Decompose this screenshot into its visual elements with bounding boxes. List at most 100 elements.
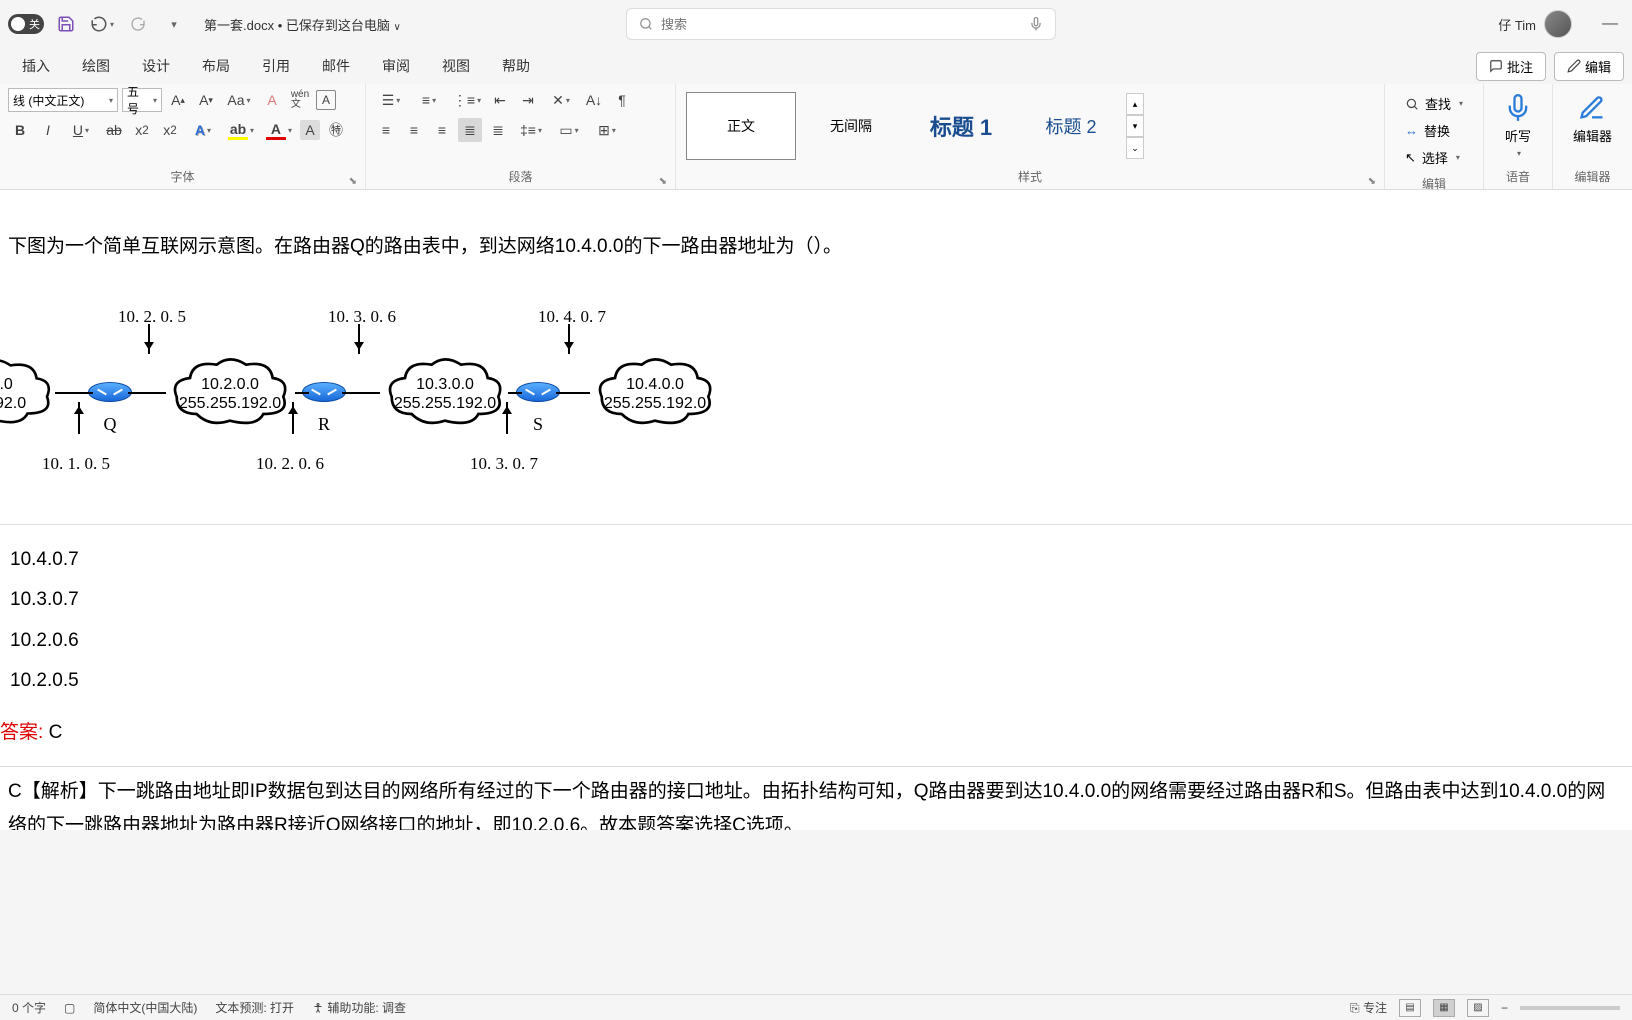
comments-button[interactable]: 批注 [1476, 52, 1546, 81]
subscript-button[interactable]: x2 [130, 118, 154, 142]
numbering-button[interactable]: ≡▾ [412, 88, 446, 112]
document-title: 第一套.docx • 已保存到这台电脑 ∨ [204, 15, 401, 34]
web-layout-button[interactable]: ▨ [1467, 999, 1489, 1017]
replace-button[interactable]: ↔替换 [1401, 119, 1467, 142]
autosave-toggle[interactable]: 关 [8, 14, 44, 34]
superscript-button[interactable]: x2 [158, 118, 182, 142]
router-s: S [516, 382, 560, 406]
tab-layout[interactable]: 布局 [188, 50, 244, 82]
paragraph-launcher[interactable]: ⬊ [659, 176, 667, 187]
multilevel-button[interactable]: ⋮≡▾ [450, 88, 484, 112]
answer-line: 答案: C [0, 708, 1632, 758]
font-name-combo[interactable]: 线 (中文正文)▾ [8, 88, 118, 112]
user-account[interactable]: 仔 Tim [1498, 10, 1572, 38]
divider [0, 524, 1632, 525]
indent-inc-button[interactable]: ⇥ [516, 88, 540, 112]
title-bar: 关 ▾ ▾ 第一套.docx • 已保存到这台电脑 ∨ 仔 Tim — [0, 0, 1632, 48]
tab-help[interactable]: 帮助 [488, 50, 544, 82]
print-layout-button[interactable]: ▦ [1433, 999, 1455, 1017]
text-predict-status[interactable]: 文本预测: 打开 [215, 999, 294, 1016]
style-heading1[interactable]: 标题 1 [906, 92, 1016, 160]
grow-font-button[interactable]: A▴ [166, 88, 190, 112]
find-button[interactable]: 查找▾ [1401, 92, 1467, 115]
router-r: R [302, 382, 346, 406]
style-heading2[interactable]: 标题 2 [1016, 92, 1126, 160]
focus-mode[interactable]: ⎘ 专注 [1350, 999, 1387, 1016]
qat-more-button[interactable]: ▾ [160, 10, 188, 38]
font-group: 线 (中文正文)▾ 五号▾ A▴ A▾ Aa▾ A wén文 A B I U▾ … [0, 84, 366, 189]
shading-button[interactable]: ▭▾ [552, 118, 586, 142]
font-size-combo[interactable]: 五号▾ [122, 88, 162, 112]
options-list: 10.4.0.7 10.3.0.7 10.2.0.6 10.2.0.5 [0, 533, 1632, 708]
save-button[interactable] [52, 10, 80, 38]
read-mode-button[interactable]: ▤ [1399, 999, 1421, 1017]
editor-group-label: 编辑器 [1561, 166, 1624, 187]
voice-group-label: 语音 [1492, 166, 1544, 187]
select-button[interactable]: ↖选择▾ [1401, 146, 1467, 169]
align-right-button[interactable]: ≡ [430, 118, 454, 142]
option-b: 10.3.0.7 [10, 583, 1622, 617]
highlight-button[interactable]: ab▾ [224, 118, 258, 142]
language-status[interactable]: 简体中文(中国大陆) [93, 999, 197, 1016]
zoom-out-button[interactable]: − [1501, 1001, 1508, 1015]
char-shading-button[interactable]: A [300, 120, 320, 140]
option-d: 10.2.0.5 [10, 664, 1622, 698]
bold-button[interactable]: B [8, 118, 32, 142]
font-color-button[interactable]: A▾ [262, 118, 296, 142]
indent-dec-button[interactable]: ⇤ [488, 88, 512, 112]
sort-button[interactable]: A↓ [582, 88, 606, 112]
borders-button[interactable]: ⊞▾ [590, 118, 624, 142]
distribute-button[interactable]: ≣ [486, 118, 510, 142]
style-nospacing[interactable]: 无间隔 [796, 92, 906, 160]
align-left-button[interactable]: ≡ [374, 118, 398, 142]
styles-launcher[interactable]: ⬊ [1368, 176, 1376, 187]
char-border-button[interactable]: A [316, 90, 336, 110]
minimize-button[interactable]: — [1596, 10, 1624, 38]
line-spacing-button[interactable]: ‡≡▾ [514, 118, 548, 142]
word-count[interactable]: 0 个字 [12, 999, 46, 1016]
shrink-font-button[interactable]: A▾ [194, 88, 218, 112]
tab-references[interactable]: 引用 [248, 50, 304, 82]
underline-button[interactable]: U▾ [64, 118, 98, 142]
italic-button[interactable]: I [36, 118, 60, 142]
undo-button[interactable]: ▾ [88, 10, 116, 38]
search-box[interactable] [626, 8, 1056, 40]
divider [0, 766, 1632, 767]
show-marks-button[interactable]: ¶ [610, 88, 634, 112]
styles-scroll[interactable]: ▴▾⌄ [1126, 93, 1144, 159]
search-input[interactable] [661, 17, 1021, 32]
spell-check-icon[interactable]: ▢ [64, 1001, 75, 1015]
dictate-button[interactable]: 听写▾ [1492, 88, 1544, 164]
accessibility-status[interactable]: 辅助功能: 调查 [312, 999, 406, 1016]
tab-mailings[interactable]: 邮件 [308, 50, 364, 82]
clear-format-button[interactable]: A [260, 88, 284, 112]
asian-layout-button[interactable]: ✕▾ [544, 88, 578, 112]
accessibility-icon [312, 1002, 324, 1014]
font-launcher[interactable]: ⬊ [349, 176, 357, 187]
editor-icon [1578, 94, 1606, 122]
tab-review[interactable]: 审阅 [368, 50, 424, 82]
mic-icon[interactable] [1029, 17, 1043, 31]
document-area[interactable]: 下图为一个简单互联网示意图。在路由器Q的路由表中，到达网络10.4.0.0的下一… [0, 190, 1632, 830]
strike-button[interactable]: ab [102, 118, 126, 142]
text-effects-button[interactable]: A▾ [186, 118, 220, 142]
redo-button[interactable] [124, 10, 152, 38]
option-a: 10.4.0.7 [10, 543, 1622, 577]
tab-insert[interactable]: 插入 [8, 50, 64, 82]
pencil-icon [1567, 59, 1581, 73]
network-diagram: 1.0.055.192.0 10.2.0.0255.255.192.0 10.3… [0, 294, 1632, 494]
editor-button[interactable]: 编辑器 [1561, 88, 1624, 151]
bullets-button[interactable]: ☰▾ [374, 88, 408, 112]
tab-design[interactable]: 设计 [128, 50, 184, 82]
paragraph-group-label: 段落⬊ [374, 166, 667, 187]
tab-view[interactable]: 视图 [428, 50, 484, 82]
justify-button[interactable]: ≣ [458, 118, 482, 142]
style-normal[interactable]: 正文 [686, 92, 796, 160]
tab-draw[interactable]: 绘图 [68, 50, 124, 82]
editing-mode-button[interactable]: 编辑 [1554, 52, 1624, 81]
phonetic-button[interactable]: wén文 [288, 88, 312, 112]
change-case-button[interactable]: Aa▾ [222, 88, 256, 112]
align-center-button[interactable]: ≡ [402, 118, 426, 142]
zoom-slider[interactable] [1520, 1006, 1620, 1010]
enclose-char-button[interactable]: ㊕ [324, 118, 348, 142]
